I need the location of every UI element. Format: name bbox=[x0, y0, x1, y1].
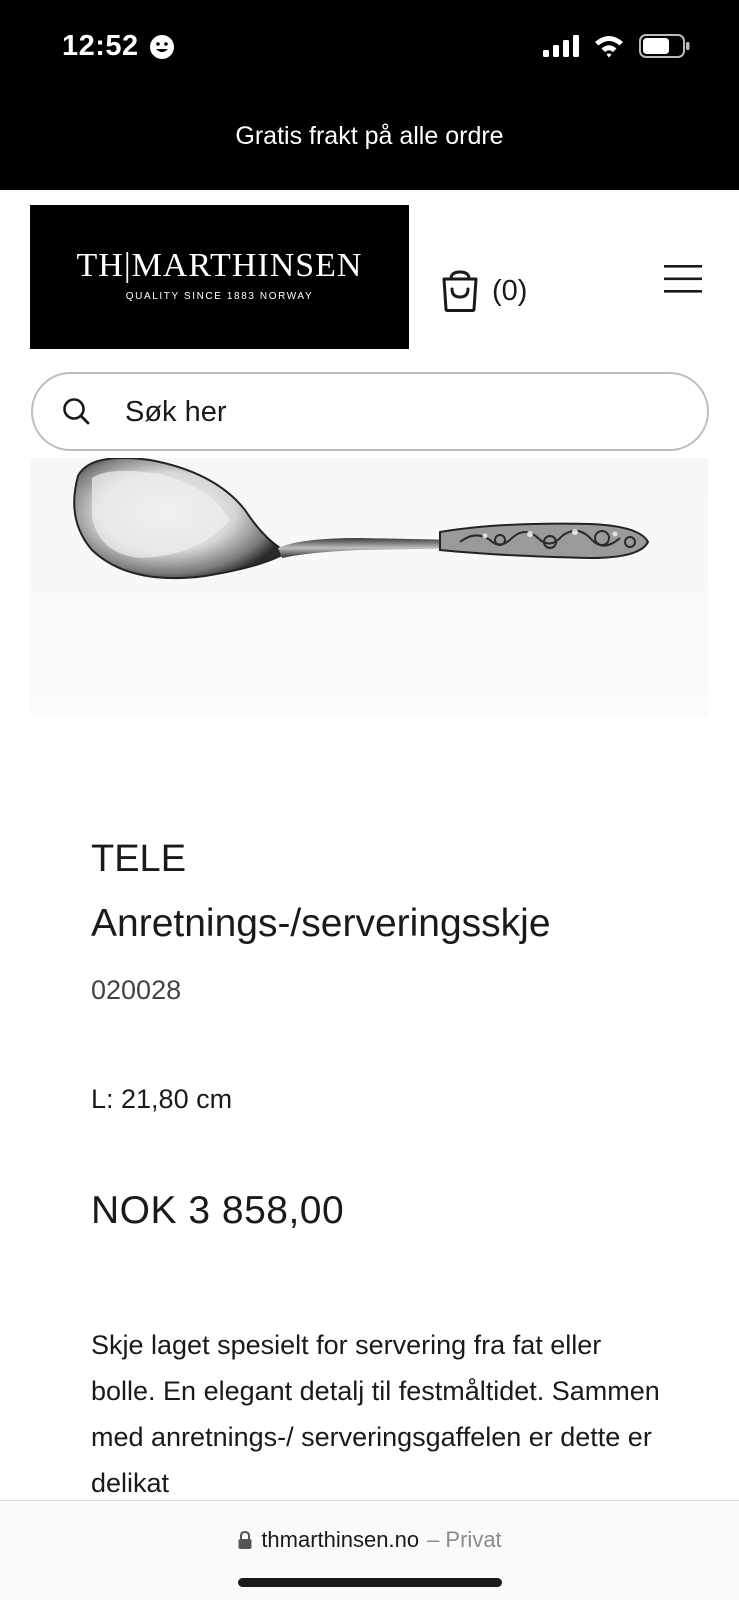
privacy-label: – Privat bbox=[427, 1527, 502, 1552]
spoon-illustration bbox=[73, 458, 650, 580]
battery-icon bbox=[639, 34, 690, 58]
browser-address-bar[interactable]: thmarthinsen.no – Privat bbox=[0, 1500, 739, 1600]
wifi-icon bbox=[595, 36, 623, 58]
product-title: Anretnings-/serveringsskje bbox=[91, 902, 551, 945]
cart-button[interactable]: (0) bbox=[440, 270, 527, 312]
status-icons bbox=[543, 34, 691, 58]
search-placeholder: Søk her bbox=[125, 396, 227, 428]
search-input[interactable]: Søk her bbox=[31, 372, 709, 451]
clock-text: 12:52 bbox=[62, 30, 139, 62]
status-time: 12:52 bbox=[62, 30, 175, 63]
product-sku: 020028 bbox=[91, 975, 182, 1005]
serving-spoon-image[interactable] bbox=[30, 458, 708, 716]
promo-text: Gratis frakt på alle ordre bbox=[235, 122, 504, 150]
home-indicator[interactable] bbox=[238, 1578, 502, 1587]
logo-tagline: QUALITY SINCE 1883 NORWAY bbox=[125, 291, 314, 302]
product-description: Skje laget spesielt for servering fra fa… bbox=[91, 1330, 660, 1498]
product-dimension: L: 21,80 cm bbox=[91, 1084, 233, 1114]
product-collection: TELE bbox=[91, 838, 187, 880]
top-banner: 12:52 Gratis frakt på alle ordre bbox=[0, 0, 739, 190]
brand-logo[interactable]: TH|MARTHINSEN QUALITY SINCE 1883 NORWAY bbox=[30, 205, 409, 349]
product-price: NOK 3 858,00 bbox=[91, 1189, 345, 1232]
search-icon bbox=[63, 398, 90, 425]
url-display[interactable]: thmarthinsen.no – Privat bbox=[0, 1527, 739, 1553]
url-text: thmarthinsen.no bbox=[261, 1527, 420, 1552]
shopping-bag-icon bbox=[442, 270, 478, 312]
logo-wordmark: TH|MARTHINSEN bbox=[76, 247, 363, 284]
hamburger-menu-icon[interactable] bbox=[664, 264, 702, 294]
smiley-face-icon bbox=[149, 34, 174, 59]
cellular-signal-icon bbox=[543, 35, 579, 57]
lock-icon bbox=[238, 1530, 252, 1549]
cart-count: (0) bbox=[492, 274, 528, 307]
